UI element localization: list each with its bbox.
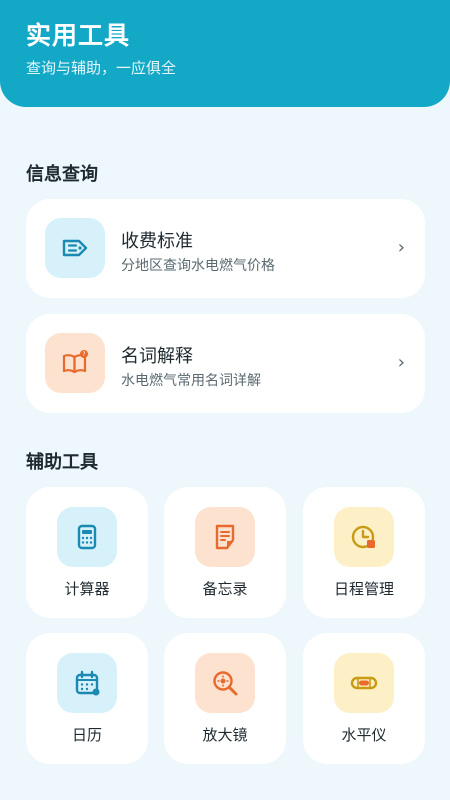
clock-icon (334, 507, 394, 567)
book-icon: ? (45, 333, 105, 393)
tool-label: 备忘录 (202, 580, 248, 598)
section-title-info: 信息查询 (26, 164, 98, 185)
tool-calculator[interactable]: 计算器 (26, 487, 148, 618)
tool-label: 计算器 (64, 580, 110, 598)
section-title-tools: 辅助工具 (26, 452, 98, 473)
tool-memo[interactable]: 备忘录 (164, 487, 286, 618)
price-tag-icon (45, 218, 105, 278)
calculator-icon (57, 507, 117, 567)
level-icon (334, 653, 394, 713)
chevron-right-icon: › (397, 237, 405, 258)
card-subtitle: 水电燃气常用名词详解 (121, 373, 261, 389)
page-title: 实用工具 (26, 21, 131, 50)
tool-label: 放大镜 (202, 726, 248, 744)
app-header: 实用工具 查询与辅助，一应俱全 (0, 0, 450, 107)
tool-level[interactable]: 水平仪 (303, 633, 425, 764)
tool-calendar[interactable]: 日历 (26, 633, 148, 764)
chevron-right-icon: › (397, 352, 405, 373)
memo-icon (195, 507, 255, 567)
tool-label: 水平仪 (341, 726, 387, 744)
page-subtitle: 查询与辅助，一应俱全 (26, 59, 177, 77)
tool-magnifier[interactable]: 放大镜 (164, 633, 286, 764)
card-fee-standard[interactable]: 收费标准 分地区查询水电燃气价格 › (26, 199, 425, 298)
card-title: 收费标准 (121, 231, 193, 252)
svg-text:?: ? (82, 351, 85, 358)
tool-label: 日程管理 (333, 580, 394, 598)
card-subtitle: 分地区查询水电燃气价格 (121, 258, 275, 274)
calendar-icon (57, 653, 117, 713)
magnifier-icon (195, 653, 255, 713)
card-glossary[interactable]: ? 名词解释 水电燃气常用名词详解 › (26, 314, 425, 413)
tool-label: 日历 (71, 726, 102, 744)
card-title: 名词解释 (121, 346, 193, 367)
tool-schedule[interactable]: 日程管理 (303, 487, 425, 618)
